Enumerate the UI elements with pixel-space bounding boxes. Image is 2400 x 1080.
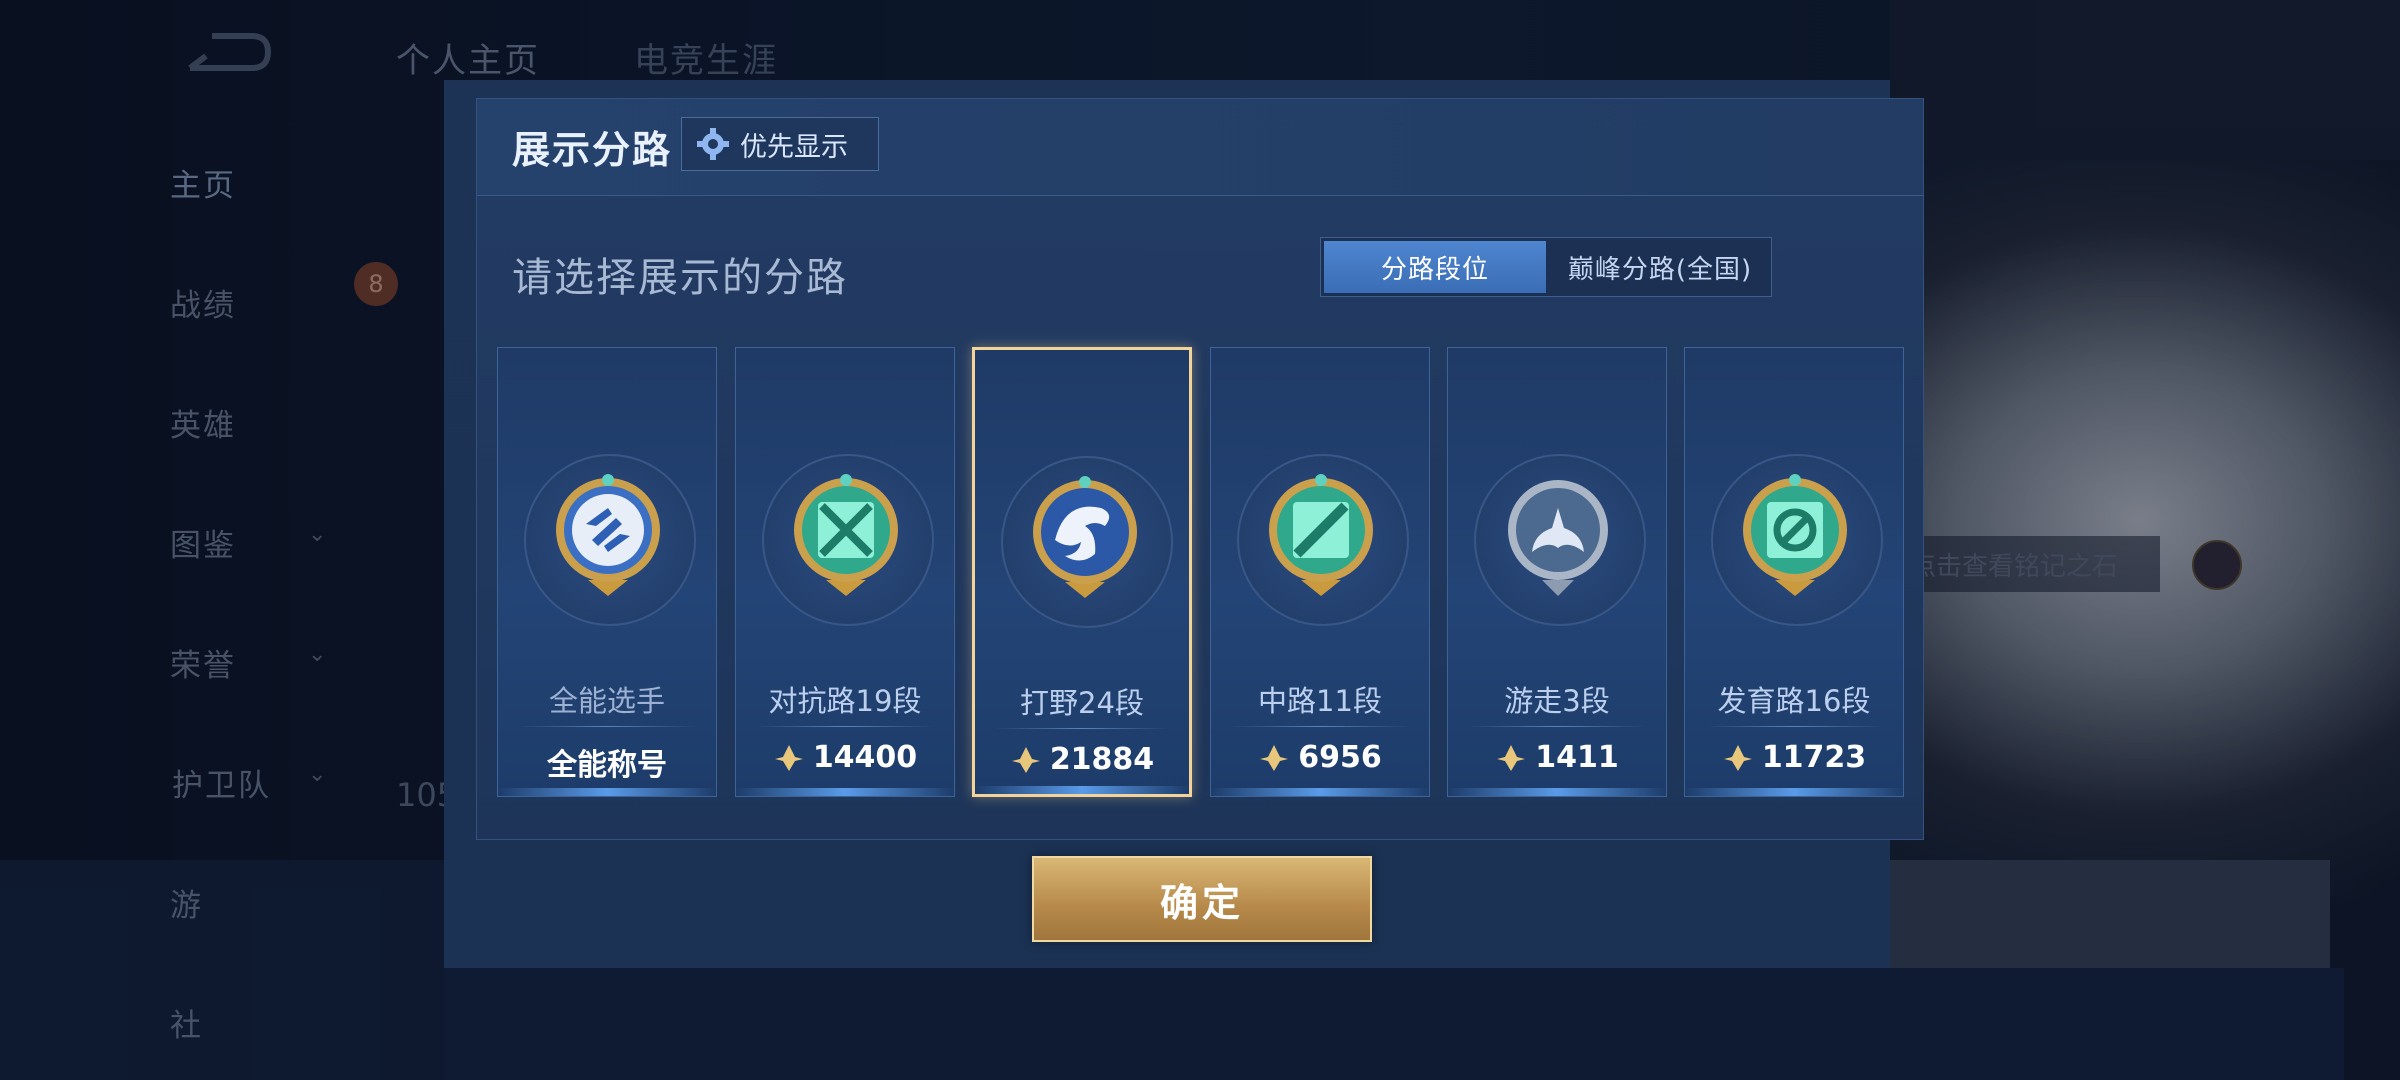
rank-points-icon (1260, 744, 1289, 771)
lane-card-name: 中路11段 (1258, 684, 1382, 718)
divider (1468, 726, 1646, 727)
lane-card-score: 6956 (1298, 740, 1382, 775)
lane-card-mid[interactable]: 中路11段 6956 (1210, 347, 1430, 797)
lane-card-name: 打野24段 (1020, 686, 1144, 720)
lane-card-value: 全能称号 (498, 740, 716, 784)
card-glow (1448, 788, 1666, 796)
gear-icon (697, 128, 729, 160)
card-glow (1685, 788, 1903, 796)
lane-card-value: 21884 (975, 742, 1189, 777)
priority-display-button[interactable]: 优先显示 (681, 117, 879, 171)
lane-card-score: 21884 (1049, 742, 1155, 777)
rank-points-icon (1723, 744, 1752, 771)
lane-card-all-round[interactable]: 全能选手 全能称号 (497, 347, 717, 797)
lane-card-name: 发育路16段 (1717, 684, 1871, 718)
card-glow (975, 786, 1189, 794)
card-glow (498, 788, 716, 796)
divider (518, 726, 696, 727)
lane-card-value: 11723 (1685, 740, 1903, 775)
lane-card-roam[interactable]: 游走3段 1411 (1447, 347, 1667, 797)
lane-card-value: 1411 (1448, 740, 1666, 775)
lane-card-clash[interactable]: 对抗路19段 14400 (735, 347, 955, 797)
modal-header: 展示分路 优先显示 (477, 99, 1923, 196)
tab-peak-lane[interactable]: 巅峰分路(全国) (1549, 238, 1771, 296)
modal-subtitle: 请选择展示的分路 (512, 255, 848, 301)
all-round-emblem-icon (556, 474, 660, 596)
card-glow (736, 788, 954, 796)
lane-card-name: 游走3段 (1504, 684, 1610, 718)
roam-emblem-icon (1508, 480, 1608, 596)
clash-lane-emblem-icon (794, 474, 898, 596)
tab-lane-rank[interactable]: 分路段位 (1324, 241, 1546, 293)
lane-card-name: 对抗路19段 (768, 684, 922, 718)
lane-card-jungle[interactable]: 打野24段 21884 (972, 347, 1192, 797)
lane-cards: 全能选手 全能称号 对抗路19段 14400 打野24段 21884 中路11段… (497, 347, 1907, 797)
lane-select-modal: 展示分路 优先显示 请选择展示的分路 分路段位 巅峰分路(全国) 全能选手 全能… (476, 98, 1924, 840)
lane-card-name: 全能选手 (548, 684, 665, 718)
divider (1231, 726, 1409, 727)
priority-display-label: 优先显示 (740, 131, 848, 163)
divider (756, 726, 934, 727)
segment-control: 分路段位 巅峰分路(全国) (1320, 237, 1772, 297)
modal-title: 展示分路 (512, 128, 673, 172)
lane-card-score: 1411 (1535, 740, 1619, 775)
lane-card-score: 14400 (812, 740, 918, 775)
lane-card-score: 11723 (1761, 740, 1867, 775)
rank-points-icon (1011, 746, 1040, 773)
lane-card-score: 全能称号 (547, 748, 667, 783)
lane-card-value: 14400 (736, 740, 954, 775)
rank-points-icon (774, 744, 803, 771)
confirm-button[interactable]: 确定 (1032, 856, 1372, 942)
card-glow (1211, 788, 1429, 796)
mid-lane-emblem-icon (1269, 474, 1373, 596)
lane-card-value: 6956 (1211, 740, 1429, 775)
jungle-emblem-icon (1033, 476, 1137, 598)
farm-lane-emblem-icon (1743, 474, 1847, 596)
divider (995, 728, 1169, 729)
rank-points-icon (1497, 744, 1526, 771)
lane-card-farm[interactable]: 发育路16段 11723 (1684, 347, 1904, 797)
divider (1705, 726, 1883, 727)
